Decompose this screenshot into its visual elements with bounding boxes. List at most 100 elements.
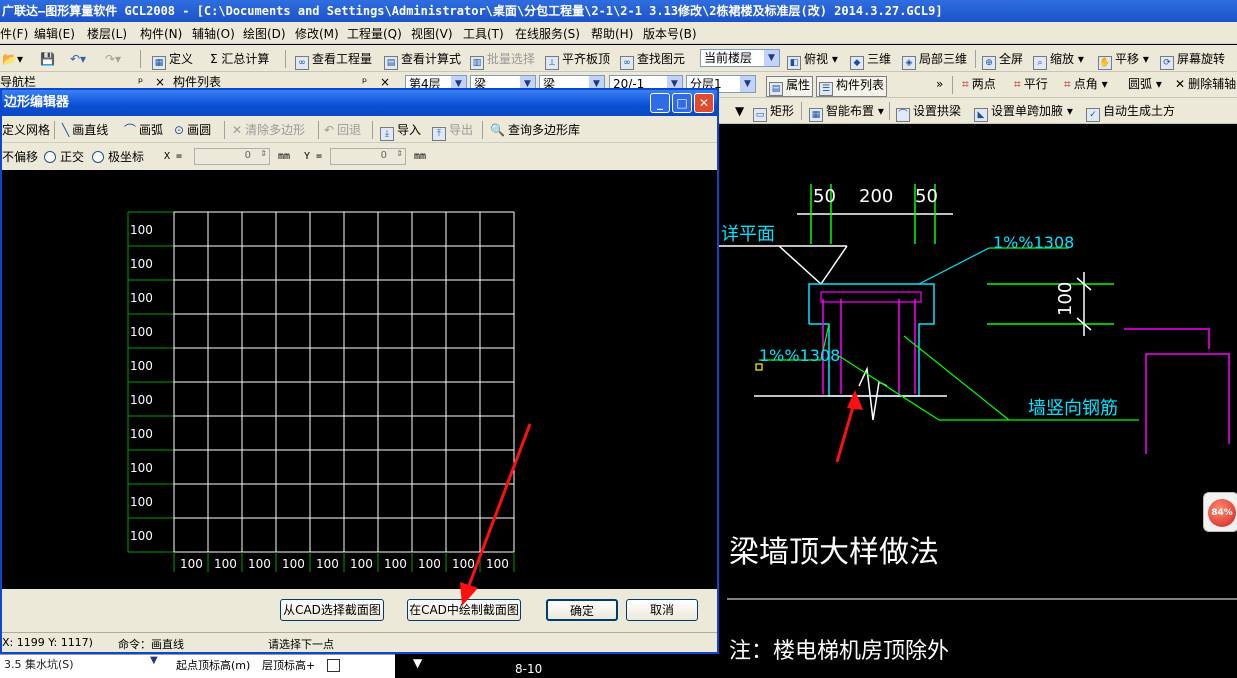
- draw-circle-button[interactable]: ⊙ 画圆: [174, 122, 211, 138]
- cad-drawing-canvas[interactable]: 50 200 50 详平面 1%%1308 1%%1308 100 墙竖向钢筋 …: [719, 124, 1237, 678]
- annotation-arrow-svg: [460, 423, 532, 606]
- arc-icon: ⌒: [124, 123, 137, 137]
- chevron-down-icon[interactable]: ▼: [735, 103, 744, 119]
- toolbar-separator: [801, 102, 802, 120]
- view-formula-button[interactable]: ▤ 查看计算式: [384, 51, 461, 70]
- query-library-button[interactable]: 🔍 查询多边形库: [490, 122, 580, 138]
- spinner-icon[interactable]: ⇕: [396, 149, 403, 158]
- toolbar-separator: [889, 102, 890, 120]
- menu-file[interactable]: 件(F): [0, 25, 28, 42]
- toolbar-separator: [224, 121, 225, 139]
- undo-icon[interactable]: ↶▾: [70, 51, 86, 67]
- undo-button[interactable]: ↶ 回退: [324, 122, 361, 138]
- top-view-button[interactable]: ◧ 俯视 ▾: [787, 51, 838, 70]
- menu-quantity[interactable]: 工程量(Q): [347, 25, 402, 42]
- draw-line-button[interactable]: ╲ 画直线: [62, 122, 108, 138]
- align-slab-top-button[interactable]: ⟂ 平齐板顶: [545, 51, 610, 70]
- menu-component[interactable]: 构件(N): [140, 25, 182, 42]
- dialog-options-row: 不偏移 正交 极坐标 X = 0 ⇕ mm Y = 0 ⇕ mm: [2, 144, 717, 170]
- chevron-down-icon: ▼: [764, 50, 779, 66]
- import-button[interactable]: ⤓ 导入: [380, 122, 421, 141]
- point-angle-button[interactable]: ⌗ 点角 ▾: [1064, 76, 1108, 92]
- current-floor-select[interactable]: 当前楼层 ▼: [700, 49, 780, 67]
- local-3d-button[interactable]: ◈ 局部三维: [902, 51, 967, 70]
- minimize-icon[interactable]: _: [650, 93, 670, 113]
- auto-generate-earth-button[interactable]: ✓ 自动生成土方: [1086, 103, 1175, 122]
- clear-polygon-button[interactable]: ✕ 清除多边形: [232, 122, 305, 138]
- menu-aux-axis[interactable]: 辅轴(O): [192, 25, 235, 42]
- chevron-down-icon: ▼: [740, 76, 755, 92]
- menu-draw[interactable]: 绘图(D): [243, 25, 286, 42]
- delete-aux-button[interactable]: ✕ 删除辅轴: [1175, 76, 1236, 92]
- spinner-icon[interactable]: ⇕: [260, 149, 267, 158]
- chevron-down-icon[interactable]: ▼: [150, 655, 158, 666]
- floor-top-elev-value[interactable]: 层顶标高+: [262, 657, 315, 673]
- open-icon[interactable]: 📂▾: [2, 51, 23, 67]
- dialog-title-bar[interactable]: 边形编辑器 _ □ ✕: [2, 90, 717, 116]
- cancel-button[interactable]: 取消: [626, 599, 698, 621]
- grid-row-label: 100: [130, 427, 153, 441]
- draw-arc-button[interactable]: ⌒ 画弧: [124, 122, 163, 138]
- toolbar-separator: [482, 121, 483, 139]
- redo-icon[interactable]: ↷▾: [105, 51, 121, 67]
- menu-help[interactable]: 帮助(H): [591, 25, 633, 42]
- maximize-icon[interactable]: □: [672, 93, 692, 113]
- menu-online[interactable]: 在线服务(S): [515, 25, 580, 42]
- set-arch-beam-button[interactable]: ⌒ 设置拱梁: [896, 103, 961, 122]
- progress-badge[interactable]: 84%: [1203, 492, 1237, 532]
- x-input[interactable]: 0 ⇕: [194, 148, 270, 165]
- badge-percent: 84%: [1208, 499, 1236, 527]
- close-icon[interactable]: ✕: [694, 93, 714, 113]
- toolbar-overflow-icon[interactable]: »: [936, 76, 943, 92]
- dim-50-left: 50: [813, 186, 836, 207]
- menu-view[interactable]: 视图(V): [411, 25, 453, 42]
- polygon-grid-canvas[interactable]: 100 100 100 100 100 100 100 100 100 100 100 100 100 1…: [2, 170, 717, 589]
- ok-button[interactable]: 确定: [546, 599, 618, 621]
- grid-col-label: 100: [282, 557, 305, 571]
- tree-item[interactable]: 3.5 集水坑(S): [4, 656, 74, 672]
- properties-icon: ▤: [769, 82, 783, 96]
- y-input[interactable]: 0 ⇕: [330, 148, 406, 165]
- menu-tools[interactable]: 工具(T): [463, 25, 504, 42]
- set-haunch-button[interactable]: ◣ 设置单跨加腋 ▾: [974, 103, 1073, 122]
- menu-edit[interactable]: 编辑(E): [34, 25, 75, 42]
- smart-place-button[interactable]: ▦ 智能布置 ▾: [809, 103, 884, 122]
- ortho-option[interactable]: 正交: [44, 149, 84, 165]
- grid-row-label: 100: [130, 223, 153, 237]
- component-list-button[interactable]: ☰ 构件列表: [816, 76, 888, 97]
- fullscreen-button[interactable]: ⊕ 全屏: [982, 51, 1023, 70]
- no-offset-option[interactable]: 不偏移: [2, 149, 38, 165]
- export-button[interactable]: ⤒ 导出: [432, 122, 473, 141]
- pan-button[interactable]: ✋ 平移 ▾: [1098, 51, 1149, 70]
- delete-icon: ✕: [1175, 77, 1186, 91]
- screen-rotate-button[interactable]: ⟳ 屏幕旋转: [1160, 51, 1225, 70]
- properties-button[interactable]: ▤ 属性: [766, 76, 814, 97]
- menu-floor[interactable]: 楼层(L): [87, 25, 127, 42]
- x-unit: mm: [278, 151, 291, 162]
- checkbox[interactable]: [327, 659, 340, 672]
- arc-button[interactable]: 圆弧 ▾: [1128, 76, 1162, 92]
- select-from-cad-button[interactable]: 从CAD选择截面图: [280, 599, 384, 621]
- save-icon[interactable]: 💾: [40, 51, 55, 67]
- parallel-button[interactable]: ⌗ 平行: [1014, 76, 1048, 92]
- polar-option[interactable]: 极坐标: [92, 149, 144, 165]
- rectangle-button[interactable]: ▭ 矩形: [753, 103, 794, 122]
- arch-beam-icon: ⌒: [896, 108, 910, 122]
- zoom-button[interactable]: ⌕ 缩放 ▾: [1033, 51, 1084, 70]
- view-quantity-button[interactable]: ∞ 查看工程量: [295, 51, 372, 70]
- sum-calc-button[interactable]: Σ 汇总计算: [210, 51, 269, 67]
- toolbar-separator: [318, 121, 319, 139]
- wall-vertical-rebar-label: 墙竖向钢筋: [1028, 398, 1118, 419]
- define-button[interactable]: ▦ 定义: [152, 51, 193, 70]
- two-points-button[interactable]: ⌗ 两点: [962, 76, 996, 92]
- drawing-toolbar: ▼ ▭ 矩形 ▦ 智能布置 ▾ ⌒ 设置拱梁 ◣ 设置单跨加腋 ▾ ✓ 自动生成土方: [719, 98, 1237, 124]
- define-grid-button[interactable]: 定义网格: [2, 122, 50, 138]
- batch-select-button[interactable]: ▥ 批量选择: [470, 51, 535, 70]
- grid-svg[interactable]: 100 100 100 100 100 100 100 100 100 100 100 100 100 1…: [2, 170, 717, 589]
- smart-place-icon: ▦: [809, 108, 823, 122]
- three-d-button[interactable]: ◆ 三维: [850, 51, 891, 70]
- glasses-icon: ∞: [295, 56, 309, 70]
- menu-version[interactable]: 版本号(B): [643, 25, 697, 42]
- menu-modify[interactable]: 修改(M): [295, 25, 339, 42]
- find-element-button[interactable]: ∞ 查找图元: [620, 51, 685, 70]
